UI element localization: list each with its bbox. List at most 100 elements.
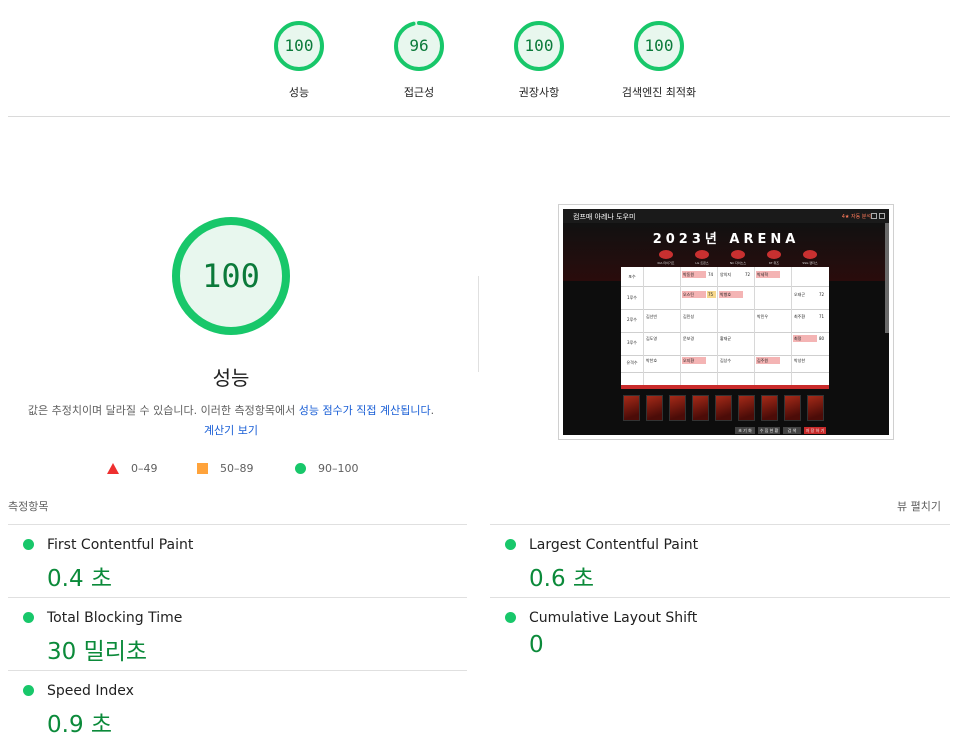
card-strip — [623, 395, 829, 425]
player-card — [784, 395, 801, 421]
screenshot-reset-button: 초 기 화 — [735, 427, 755, 434]
player-cell: 김상수 — [720, 358, 732, 363]
metric-name: Total Blocking Time — [47, 610, 183, 626]
gauge-label: 권장사항 — [518, 86, 560, 99]
share-icon — [879, 213, 885, 219]
player-cell: 72 — [745, 272, 751, 277]
divider — [8, 597, 467, 598]
team-name: KIA 타이거즈 — [657, 261, 675, 265]
metric-name: Speed Index — [47, 683, 134, 699]
team-logo: KIA 타이거즈 — [651, 250, 681, 265]
calculator-link[interactable]: 계산기 보기 — [204, 424, 258, 437]
score-calculation-link[interactable]: 성능 점수가 직접 계산됩니다 — [299, 404, 431, 417]
divider — [8, 116, 950, 117]
triangle-icon — [107, 462, 119, 474]
performance-gauge: 100 — [170, 215, 292, 337]
gauge-label: 성능 — [288, 86, 310, 99]
player-card — [738, 395, 755, 421]
metric-value: 0.9 초 — [47, 712, 113, 738]
square-icon — [197, 462, 208, 474]
gauge-best-practices[interactable]: 100 권장사항 — [479, 20, 599, 100]
pass-circle-icon — [23, 612, 34, 623]
grid-line — [754, 267, 755, 385]
pass-circle-icon — [505, 539, 516, 550]
screenshot-title: 2023년 ARENA — [652, 232, 800, 247]
performance-title: 성능 — [212, 366, 250, 390]
metric-name: Cumulative Layout Shift — [529, 610, 698, 626]
grid-line — [791, 267, 792, 385]
gauge-seo[interactable]: 100 검색엔진 최적화 — [599, 20, 719, 100]
grid-line — [621, 286, 829, 287]
legend-range: 50–89 — [220, 461, 254, 475]
player-card — [692, 395, 709, 421]
team-logo-icon — [803, 250, 817, 259]
screenshot-content: 컴프매 아레나 도우미 4★ 자동 분석 2023년 ARENA KIA 타이거… — [563, 209, 889, 435]
metric-name: Largest Contentful Paint — [529, 537, 699, 553]
screenshot-app-name: 컴프매 아레나 도우미 — [573, 213, 636, 221]
team-logo: NC 다이노스 — [723, 250, 753, 265]
team-name: LG 트윈스 — [695, 261, 709, 265]
divider — [490, 524, 950, 525]
description-separator: . — [430, 404, 435, 417]
gauge-label: 접근성 — [403, 86, 435, 99]
player-cell: 박세혁 — [756, 271, 780, 278]
player-cell: 양의지 — [720, 272, 732, 277]
screenshot-status-button: 수 집 현 황 — [758, 427, 780, 434]
position-label: 1루수 — [627, 295, 637, 300]
team-logo-icon — [767, 250, 781, 259]
pass-circle-icon — [23, 685, 34, 696]
position-label: 포수 — [628, 274, 636, 279]
legend-average: 50–89 — [197, 461, 254, 475]
metrics-heading: 측정항목 — [8, 500, 49, 513]
player-cell: 80 — [819, 336, 825, 341]
team-name: KT 위즈 — [768, 261, 780, 265]
legend-fail: 0–49 — [107, 461, 158, 475]
player-card — [646, 395, 663, 421]
player-cell: 71 — [819, 314, 825, 319]
team-logo: SSG 랜더스 — [795, 250, 825, 265]
pass-circle-icon — [505, 612, 516, 623]
team-name: SSG 랜더스 — [802, 261, 818, 265]
player-cell: 오태곤 — [794, 292, 806, 297]
grid-line — [621, 372, 829, 373]
player-cell: 김주원 — [756, 357, 780, 364]
gauge-ring: 100 — [633, 20, 685, 72]
legend-range: 90–100 — [318, 461, 359, 475]
player-cell: 황재균 — [720, 336, 732, 341]
final-screenshot[interactable]: 컴프매 아레나 도우미 4★ 자동 분석 2023년 ARENA KIA 타이거… — [558, 204, 894, 440]
screenshot-scrollbar — [885, 223, 889, 333]
player-card — [669, 395, 686, 421]
player-cell: 문보경 — [683, 336, 695, 341]
player-cell: 오스틴 — [682, 291, 706, 298]
gauge-ring: 100 — [513, 20, 565, 72]
mail-icon — [871, 213, 877, 219]
team-logo: KT 위즈 — [759, 250, 789, 265]
gauge-ring: 96 — [393, 20, 445, 72]
grid-line — [680, 267, 681, 385]
gauge-accessibility[interactable]: 96 접근성 — [359, 20, 479, 100]
player-cell: 박병호 — [719, 291, 743, 298]
position-label: 3루수 — [627, 340, 637, 345]
screenshot-tools: 4★ 자동 분석 — [841, 214, 871, 220]
performance-score: 100 — [202, 257, 260, 295]
player-cell: 김선빈 — [646, 314, 658, 319]
player-cell: 박성한 — [794, 358, 806, 363]
team-logo-icon — [659, 250, 673, 259]
screenshot-red-bar — [621, 385, 829, 389]
player-cell: 최정 — [793, 335, 817, 342]
metric-value: 0.6 초 — [529, 566, 595, 592]
score-description: 값은 추정치이며 달라질 수 있습니다. 이러한 측정항목에서 성능 점수가 직… — [26, 401, 436, 441]
position-label: 2루수 — [627, 317, 637, 322]
grid-line — [717, 267, 718, 385]
score-value: 100 — [524, 36, 554, 55]
player-card — [807, 395, 824, 421]
divider — [8, 670, 467, 671]
divider — [478, 276, 479, 372]
score-value: 100 — [644, 36, 674, 55]
team-logo-icon — [695, 250, 709, 259]
player-card — [761, 395, 778, 421]
player-cell: 72 — [819, 292, 825, 297]
gauge-performance[interactable]: 100 성능 — [239, 20, 359, 100]
expand-view-toggle[interactable]: 뷰 펼치기 — [897, 498, 941, 514]
player-cell: 박찬호 — [646, 358, 658, 363]
